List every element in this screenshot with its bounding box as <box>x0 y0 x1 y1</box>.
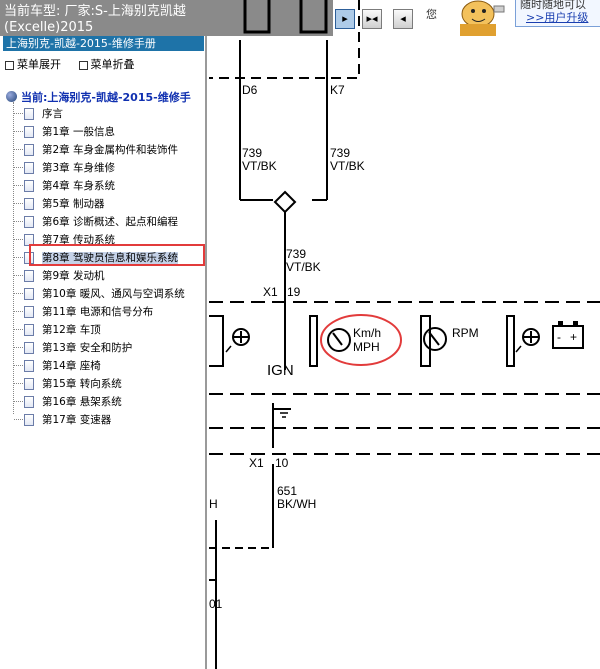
wiring-diagram[interactable]: - + D6 K7 739 VT/BK 739 VT/BK 739 VT/BK … <box>209 0 600 669</box>
speedometer-unit-mph: MPH <box>353 340 380 354</box>
expand-menu-button[interactable]: 菜单展开 <box>5 58 61 71</box>
tree-item-label: 第6章 诊断概述、起点和编程 <box>42 216 179 228</box>
tree-item-ch6[interactable]: 第6章 诊断概述、起点和编程 <box>14 214 178 232</box>
tree-item-ch5[interactable]: 第5章 制动器 <box>14 196 105 214</box>
tree-item-label: 第12章 车顶 <box>42 324 101 336</box>
collapse-menu-label: 菜单折叠 <box>90 58 135 71</box>
connector-pin-1: 19 <box>287 285 301 299</box>
document-icon <box>24 107 34 120</box>
tree-item-label: 第14章 座椅 <box>42 360 101 372</box>
tree-item-label: 第10章 暖风、通风与空调系统 <box>42 288 185 300</box>
menu-controls: 菜单展开 菜单折叠 <box>5 56 149 72</box>
document-icon <box>24 197 34 210</box>
tree-item-label: 第15章 转向系统 <box>42 378 122 390</box>
wire-color-mid: VT/BK <box>286 260 321 274</box>
tree-item-ch11[interactable]: 第11章 电源和信号分布 <box>14 304 153 322</box>
document-icon <box>24 341 34 354</box>
tree-item-ch4[interactable]: 第4章 车身系统 <box>14 178 115 196</box>
connector-label-1: X1 <box>263 285 278 299</box>
document-icon <box>24 143 34 156</box>
tree-item-label: 第16章 悬架系统 <box>42 396 122 408</box>
svg-text:-: - <box>557 330 561 344</box>
tree-item-preface[interactable]: 序言 <box>14 106 63 124</box>
tree-item-label: 序言 <box>42 108 63 120</box>
document-icon <box>24 179 34 192</box>
speedometer-unit-kmh: Km/h <box>353 326 382 340</box>
connector-label-2: X1 <box>249 456 264 470</box>
tree-item-label: 第5章 制动器 <box>42 198 105 210</box>
tree-item-ch3[interactable]: 第3章 车身维修 <box>14 160 115 178</box>
tree-item-label: 第1章 一般信息 <box>42 126 116 138</box>
globe-icon <box>6 91 17 102</box>
tree-item-label: 第11章 电源和信号分布 <box>42 306 154 318</box>
diagram-svg: - + <box>209 0 600 669</box>
document-icon <box>24 359 34 372</box>
tree-item-ch12[interactable]: 第12章 车顶 <box>14 322 101 340</box>
edge-label-h: H <box>209 497 218 511</box>
edge-label-num: 01 <box>209 597 223 611</box>
document-icon <box>24 413 34 426</box>
tree-item-ch13[interactable]: 第13章 安全和防护 <box>14 340 132 358</box>
tree-item-ch9[interactable]: 第9章 发动机 <box>14 268 105 286</box>
document-icon <box>24 287 34 300</box>
pin-label-left: D6 <box>242 83 258 97</box>
document-icon <box>24 305 34 318</box>
document-icon <box>24 377 34 390</box>
pin-label-right: K7 <box>330 83 345 97</box>
document-icon <box>24 161 34 174</box>
tree-item-ch1[interactable]: 第1章 一般信息 <box>14 124 115 142</box>
document-icon <box>24 395 34 408</box>
wire-color-right: VT/BK <box>330 159 365 173</box>
tree-item-ch10[interactable]: 第10章 暖风、通风与空调系统 <box>14 286 185 304</box>
expand-menu-label: 菜单展开 <box>17 58 61 71</box>
tree-item-ch17[interactable]: 第17章 变速器 <box>14 412 111 430</box>
tachometer-label: RPM <box>452 326 479 340</box>
collapse-menu-button[interactable]: 菜单折叠 <box>78 58 135 71</box>
svg-text:+: + <box>570 330 577 344</box>
tree-item-label: 第3章 车身维修 <box>42 162 116 174</box>
document-icon <box>24 323 34 336</box>
tree-item-label: 第17章 变速器 <box>42 414 112 426</box>
tree-root-label: 当前:上海别克-凯越-2015-维修手 <box>21 91 191 104</box>
manual-sidebar: 上海别克-凯越-2015-维修手册 菜单展开 菜单折叠 当前:上海别克-凯越-2… <box>0 36 207 669</box>
expand-square-icon <box>5 60 14 70</box>
document-icon <box>24 269 34 282</box>
wire-color-left: VT/BK <box>242 159 277 173</box>
document-icon <box>24 215 34 228</box>
wire-color-bottom: BK/WH <box>277 497 317 511</box>
sidebar-header: 上海别克-凯越-2015-维修手册 <box>3 36 204 51</box>
tree-item-ch15[interactable]: 第15章 转向系统 <box>14 376 122 394</box>
tree-root[interactable]: 当前:上海别克-凯越-2015-维修手 <box>6 89 191 105</box>
connector-pin-2: 10 <box>275 456 289 470</box>
tree-item-label: 第2章 车身金属构件和装饰件 <box>42 144 179 156</box>
ignition-label: IGN <box>267 362 294 379</box>
selection-highlight <box>29 244 205 266</box>
tree-item-ch16[interactable]: 第16章 悬架系统 <box>14 394 122 412</box>
document-icon <box>24 125 34 138</box>
tree-item-label: 第9章 发动机 <box>42 270 105 282</box>
tree-item-label: 第13章 安全和防护 <box>42 342 133 354</box>
tree-item-ch14[interactable]: 第14章 座椅 <box>14 358 101 376</box>
tree-item-ch2[interactable]: 第2章 车身金属构件和装饰件 <box>14 142 178 160</box>
collapse-square-icon <box>78 60 88 70</box>
tree-item-label: 第4章 车身系统 <box>42 180 116 192</box>
